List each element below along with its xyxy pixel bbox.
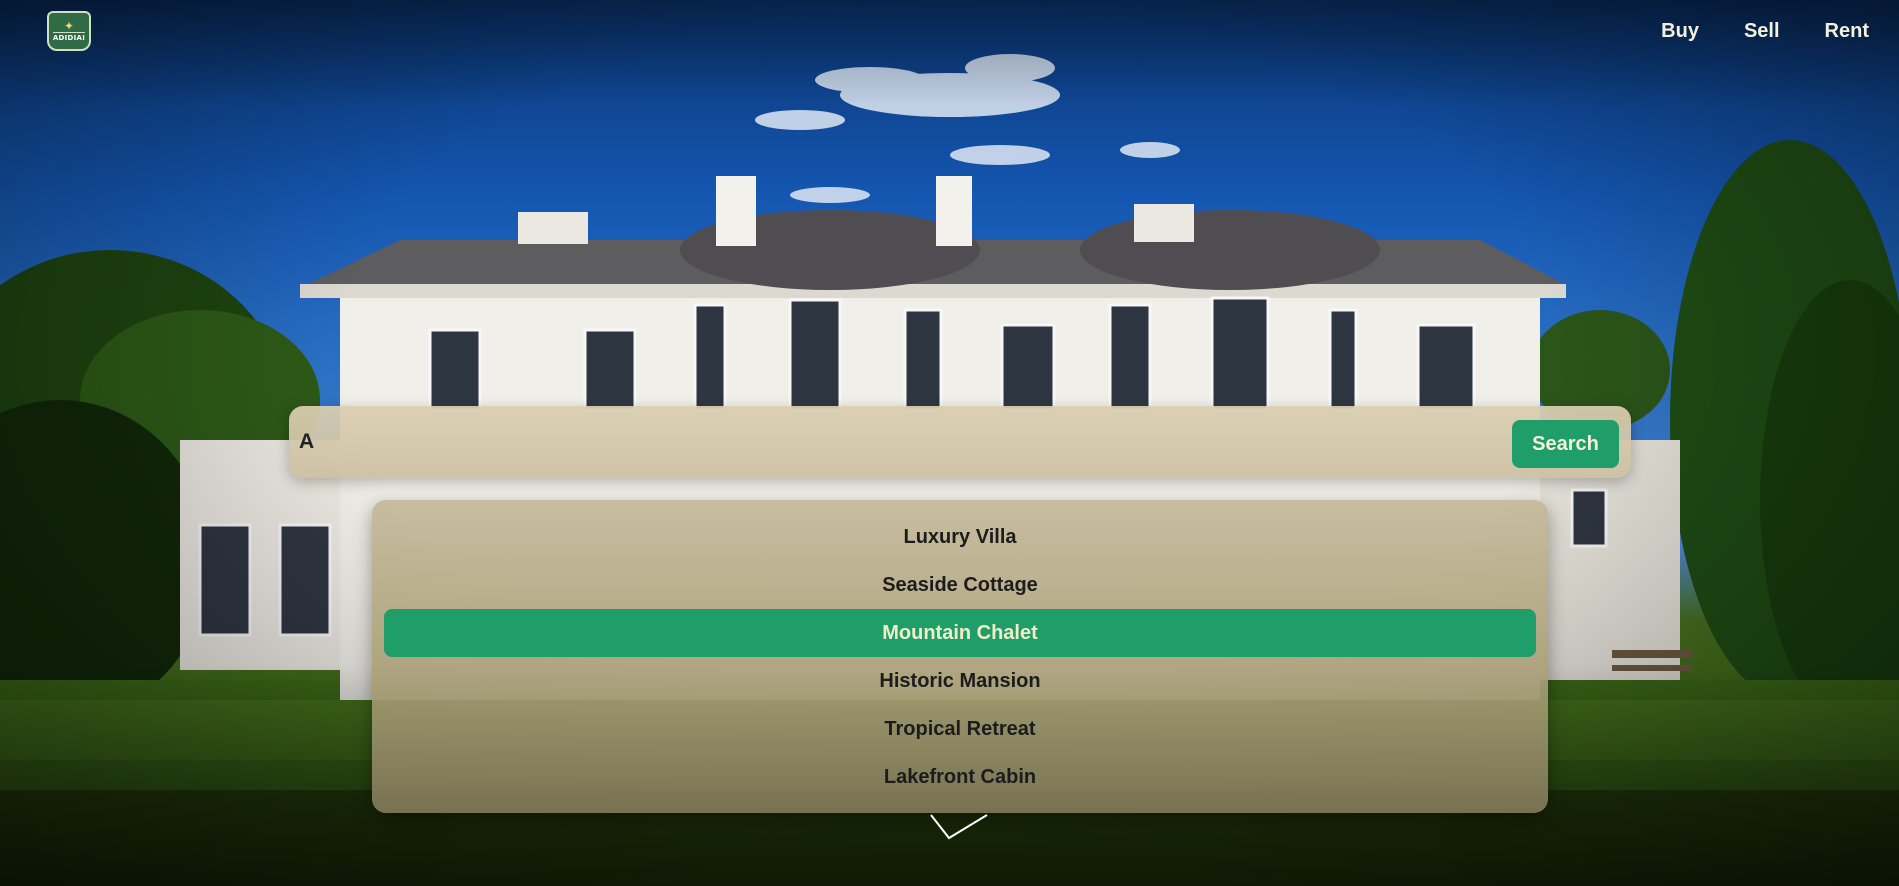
main-nav: Buy Sell Rent [1616, 20, 1869, 43]
brand-logo[interactable]: ✦ ADIDIAI [47, 11, 91, 51]
logo-emblem-icon: ✦ [63, 18, 75, 33]
search-input[interactable] [299, 419, 1479, 465]
nav-link-sell[interactable]: Sell [1744, 20, 1780, 43]
search-suggestions-dropdown: Luxury Villa Seaside Cottage Mountain Ch… [372, 500, 1548, 813]
suggestion-historic-mansion[interactable]: Historic Mansion [384, 657, 1536, 705]
suggestion-seaside-cottage[interactable]: Seaside Cottage [384, 561, 1536, 609]
suggestion-lakefront-cabin[interactable]: Lakefront Cabin [384, 753, 1536, 801]
suggestion-mountain-chalet[interactable]: Mountain Chalet [384, 609, 1536, 657]
nav-link-rent[interactable]: Rent [1825, 20, 1869, 43]
search-button[interactable]: Search [1512, 420, 1619, 468]
suggestion-tropical-retreat[interactable]: Tropical Retreat [384, 705, 1536, 753]
logo-text: ADIDIAI [52, 31, 86, 42]
top-navigation-bar: ✦ ADIDIAI Buy Sell Rent [0, 0, 1899, 64]
search-bar: Search [289, 406, 1631, 478]
chevron-down-icon[interactable] [928, 812, 990, 842]
nav-link-buy[interactable]: Buy [1661, 20, 1699, 43]
suggestion-luxury-villa[interactable]: Luxury Villa [384, 513, 1536, 561]
